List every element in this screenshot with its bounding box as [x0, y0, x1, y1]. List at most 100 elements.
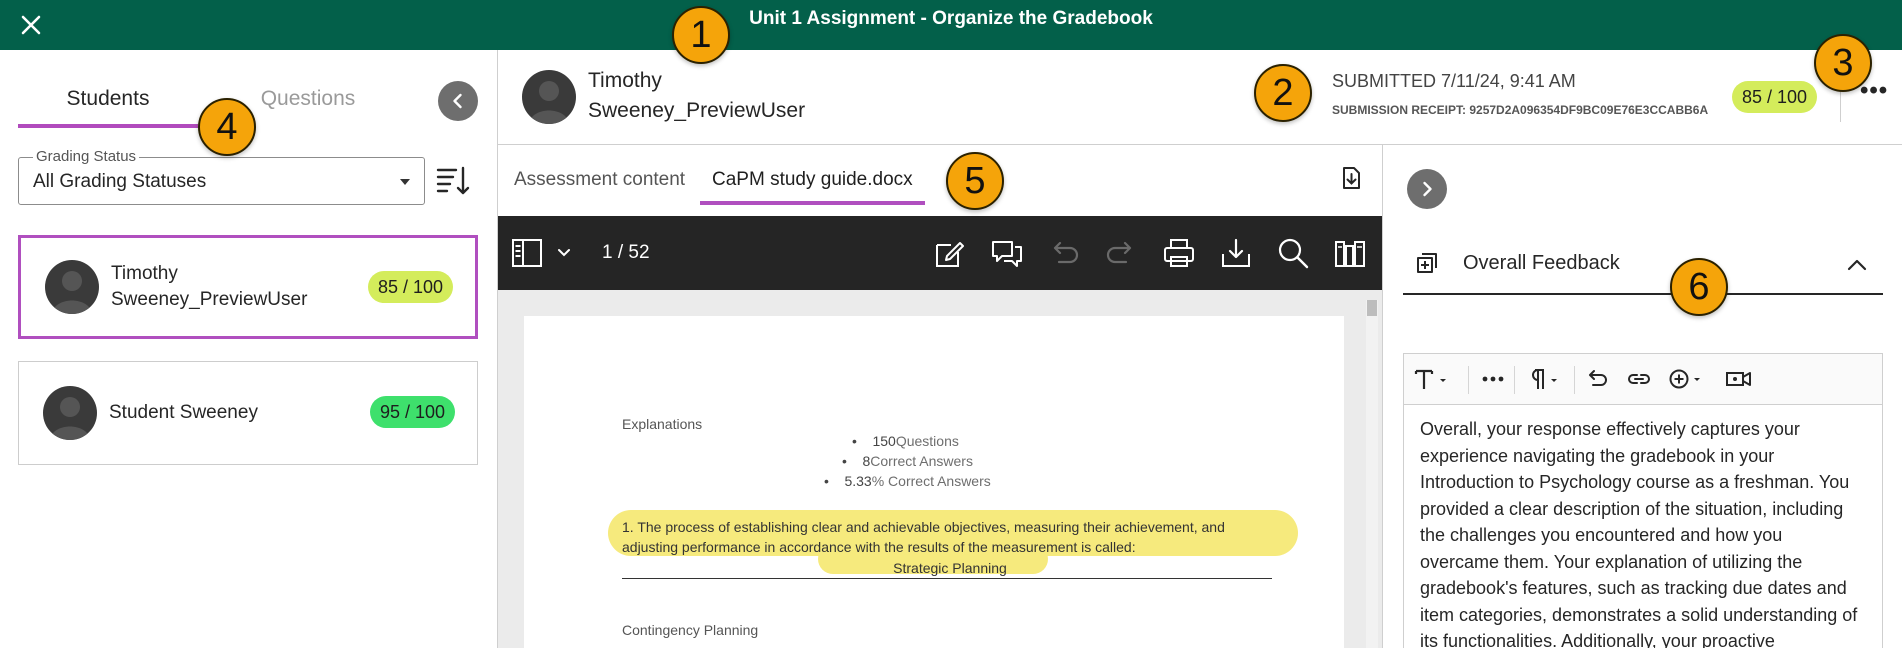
chevron-right-icon: [1423, 181, 1432, 197]
doc-answer: Strategic Planning: [893, 560, 1007, 576]
download-file-button[interactable]: [1338, 165, 1364, 191]
thumbnails-toggle-button[interactable]: [510, 236, 544, 270]
toolbar-separator: [1574, 366, 1575, 394]
submission-receipt: SUBMISSION RECEIPT: 9257D2A096354DF9BC09…: [1332, 103, 1709, 117]
avatar-silhouette-icon: [529, 81, 569, 124]
grading-status-value: All Grading Statuses: [33, 171, 207, 192]
insert-link-button[interactable]: [1626, 364, 1652, 394]
more-options-button[interactable]: •••: [1860, 79, 1888, 106]
print-button[interactable]: [1162, 236, 1196, 270]
text-format-icon: [1414, 369, 1446, 389]
doc-bullet: • 150Questions: [852, 433, 959, 449]
callout-marker-4: 4: [198, 98, 256, 156]
text-format-button[interactable]: [1414, 364, 1452, 394]
avatar-silhouette-icon: [52, 271, 92, 314]
comment-button[interactable]: [990, 236, 1024, 270]
annotate-button[interactable]: [933, 236, 967, 270]
scrollbar-thumb[interactable]: [1367, 300, 1377, 316]
overall-feedback-header[interactable]: Overall Feedback: [1403, 237, 1883, 295]
submitted-timestamp: SUBMITTED 7/11/24, 9:41 AM: [1332, 71, 1576, 91]
student-name: Timothy Sweeney_PreviewUser: [111, 261, 341, 313]
sidebar-panel-icon: [512, 239, 542, 267]
paragraph-icon: [1532, 369, 1557, 389]
toolbar-separator: [1468, 366, 1469, 394]
document-tabs: Assessment content CaPM study guide.docx: [498, 145, 1382, 217]
ellipsis-icon: [1482, 376, 1504, 382]
video-camera-icon: [1726, 372, 1751, 386]
score-badge: 85 / 100: [367, 271, 453, 303]
callout-marker-3: 3: [1814, 34, 1872, 92]
print-icon: [1164, 239, 1194, 267]
collapse-feedback-panel-button[interactable]: [1407, 169, 1447, 209]
document-viewer-toolbar: 1 / 52: [498, 216, 1382, 290]
submission-name-line1: Timothy: [588, 69, 662, 92]
tab-assessment-content[interactable]: Assessment content: [514, 165, 685, 205]
redo-button[interactable]: [1104, 236, 1138, 270]
doc-bullet-label: Correct Answers: [870, 453, 973, 469]
document-scrollbar[interactable]: [1366, 300, 1378, 648]
collapse-panel-button[interactable]: [438, 81, 478, 121]
doc-bullet: • 5.33% Correct Answers: [824, 473, 991, 489]
student-card-timothy[interactable]: Timothy Sweeney_PreviewUser 85 / 100: [18, 235, 478, 339]
view-settings-button[interactable]: [1333, 236, 1367, 270]
assignment-title: Unit 1 Assignment - Organize the Gradebo…: [749, 8, 1153, 29]
student-name-line2: Sweeney_PreviewUser: [111, 289, 308, 310]
chevron-up-icon: [1847, 259, 1867, 271]
doc-bullet-value: 150: [872, 433, 896, 449]
grading-status-label: Grading Status: [33, 148, 140, 165]
paragraph-button[interactable]: [1524, 364, 1564, 394]
avatar: [522, 70, 576, 124]
feedback-panel: Overall Feedback Overall, your response …: [1382, 145, 1902, 648]
tab-students[interactable]: Students: [18, 80, 198, 128]
caret-down-icon: [400, 179, 410, 185]
undo-text-button[interactable]: [1584, 364, 1610, 394]
link-icon: [1628, 374, 1650, 384]
overall-feedback-title: Overall Feedback: [1463, 252, 1620, 274]
avatar: [43, 386, 97, 440]
add-feedback-icon: [1417, 253, 1437, 273]
doc-heading-contingency: Contingency Planning: [622, 622, 759, 638]
avatar: [45, 260, 99, 314]
document-page: Explanations • 150Questions • 8Correct A…: [524, 316, 1344, 656]
submission-score-badge[interactable]: 85 / 100: [1732, 81, 1818, 113]
undo-icon: [1053, 241, 1079, 264]
score-badge: 95 / 100: [369, 396, 455, 428]
thumbnails-dropdown-button[interactable]: [556, 236, 590, 270]
toolbar-separator: [1514, 366, 1515, 394]
redo-icon: [1106, 241, 1132, 264]
comment-icon: [992, 241, 1022, 267]
doc-heading-explanations: Explanations: [622, 416, 703, 432]
record-video-button[interactable]: [1724, 364, 1754, 394]
file-download-icon: [1343, 167, 1360, 189]
callout-marker-2: 2: [1254, 64, 1312, 122]
document-viewer: Explanations • 150Questions • 8Correct A…: [498, 290, 1382, 656]
doc-bullet-value: 5.33: [844, 473, 872, 489]
student-card-student-sweeney[interactable]: Student Sweeney 95 / 100: [18, 361, 478, 465]
submission-student-name: Timothy Sweeney_PreviewUser: [588, 66, 805, 126]
submission-name-line2: Sweeney_PreviewUser: [588, 99, 806, 122]
feedback-text-editor[interactable]: Overall, your response effectively captu…: [1403, 404, 1883, 648]
download-icon: [1222, 238, 1250, 267]
callout-marker-1: 1: [672, 6, 730, 64]
callout-marker-5: 5: [946, 152, 1004, 210]
sort-button[interactable]: [434, 162, 472, 200]
more-formatting-button[interactable]: [1478, 364, 1508, 394]
tab-capm-study-guide[interactable]: CaPM study guide.docx: [700, 165, 925, 205]
avatar-silhouette-icon: [50, 397, 90, 440]
download-button[interactable]: [1219, 236, 1253, 270]
insert-content-button[interactable]: [1668, 364, 1708, 394]
grading-status-select[interactable]: Grading Status All Grading Statuses: [18, 148, 425, 205]
top-bar: Unit 1 Assignment - Organize the Gradebo…: [0, 0, 1902, 50]
student-name-line1: Timothy: [111, 263, 178, 284]
search-button[interactable]: [1276, 236, 1310, 270]
undo-icon: [1589, 370, 1607, 386]
doc-bullet: • 8Correct Answers: [842, 453, 973, 469]
search-icon: [1278, 238, 1309, 269]
callout-marker-6: 6: [1670, 258, 1728, 316]
doc-divider: [622, 578, 1272, 579]
add-circle-icon: [1669, 369, 1700, 389]
pencil-edit-icon: [936, 242, 964, 267]
doc-question-line2: adjusting performance in accordance with…: [622, 539, 1136, 555]
undo-button[interactable]: [1047, 236, 1081, 270]
feedback-editor-toolbar: [1403, 353, 1883, 405]
